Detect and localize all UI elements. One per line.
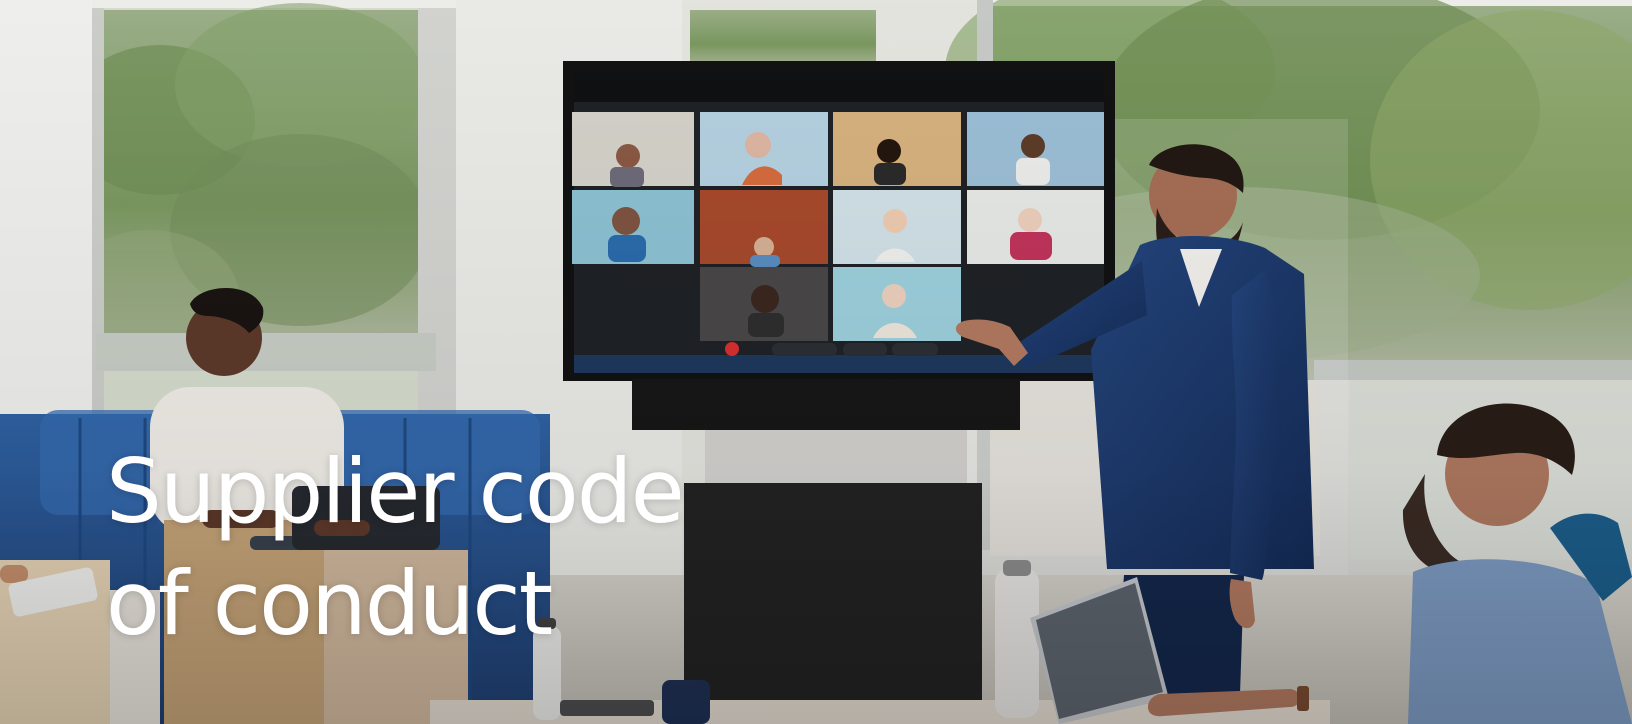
page-title-line-2: of conduct xyxy=(106,552,553,655)
page-title-line-1: Supplier code xyxy=(106,440,685,543)
hero-banner: Supplier code of conduct xyxy=(0,0,1632,724)
page-title: Supplier code of conduct xyxy=(106,436,746,660)
